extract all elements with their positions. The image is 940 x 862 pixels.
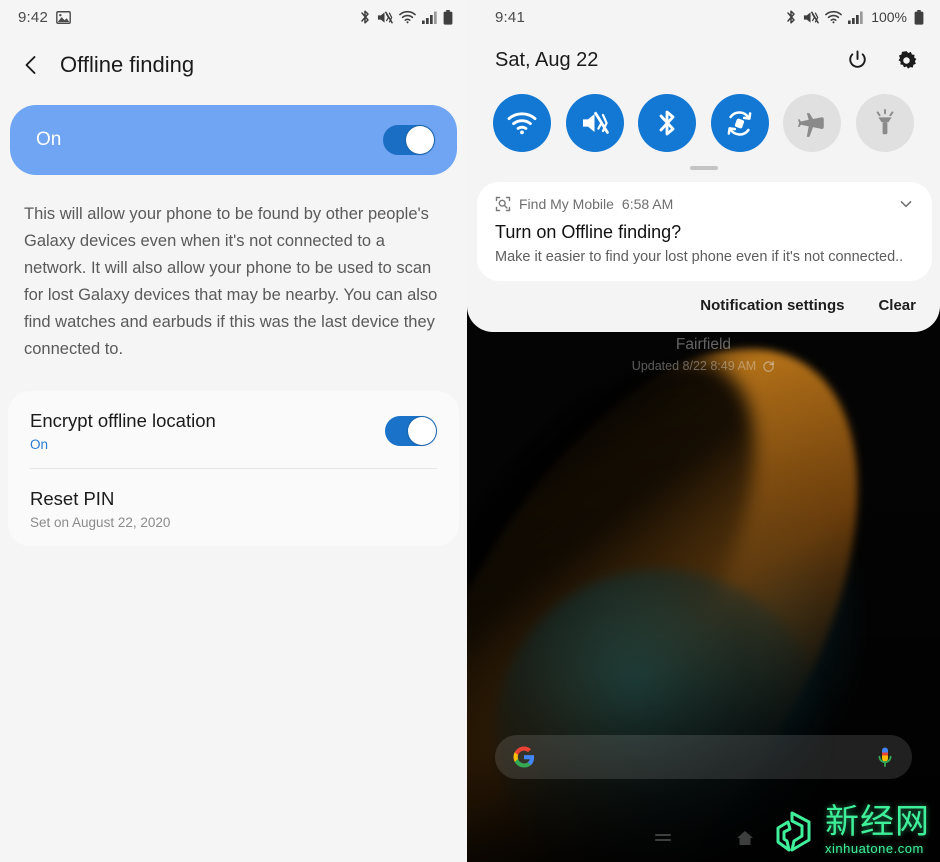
offline-finding-description: This will allow your phone to be found b…	[24, 205, 438, 358]
recents-icon[interactable]	[654, 829, 672, 847]
master-toggle-label: On	[36, 129, 62, 150]
row-subtitle: Set on August 22, 2020	[30, 515, 171, 530]
clear-button[interactable]: Clear	[878, 297, 916, 314]
tile-auto-rotate[interactable]	[710, 94, 769, 152]
encrypt-offline-location-switch[interactable]	[385, 415, 437, 446]
quick-panel-header: Sat, Aug 22	[467, 34, 940, 86]
row-texts: Encrypt offline location On	[30, 409, 385, 452]
notification-header: Find My Mobile 6:58 AM	[495, 196, 914, 212]
row-reset-pin[interactable]: Reset PIN Set on August 22, 2020	[8, 469, 459, 546]
wifi-icon	[399, 10, 416, 24]
navigation-bar	[467, 822, 940, 854]
signal-icon	[848, 11, 863, 24]
mute-vibrate-icon	[804, 11, 819, 23]
tile-airplane-mode[interactable]	[783, 94, 842, 152]
offline-finding-master-toggle[interactable]: On	[10, 105, 457, 175]
mute-vibrate-icon	[377, 11, 393, 23]
signal-icon	[422, 11, 437, 24]
gear-icon[interactable]	[895, 49, 918, 72]
left-status-bar: 9:42	[0, 0, 467, 34]
status-bar-time: 9:41	[495, 8, 525, 26]
page-title: Offline finding	[60, 52, 195, 77]
notification-card[interactable]: Find My Mobile 6:58 AM Turn on Offline f…	[477, 182, 932, 281]
notification-settings-button[interactable]: Notification settings	[700, 297, 844, 314]
notification-body: Make it easier to find your lost phone e…	[495, 249, 904, 265]
right-status-bar: 9:41 100%	[467, 0, 940, 34]
battery-percent: 100%	[871, 9, 907, 25]
airplane-icon	[798, 113, 825, 137]
quick-panel-date: Sat, Aug 22	[495, 48, 599, 71]
mute-icon	[582, 111, 609, 134]
switch-knob	[406, 126, 434, 154]
status-bar-right-icons: 100%	[785, 9, 924, 25]
back-chevron-icon[interactable]	[20, 54, 42, 76]
master-toggle-switch[interactable]	[383, 125, 435, 155]
tile-sound-mute[interactable]	[565, 94, 624, 152]
chevron-down-icon[interactable]	[898, 196, 914, 212]
microphone-icon[interactable]	[876, 746, 894, 768]
status-bar-left-icons	[56, 10, 71, 24]
image-icon	[56, 10, 71, 24]
status-bar-time: 9:42	[18, 8, 48, 26]
left-title-bar: Offline finding	[0, 34, 467, 96]
wifi-icon	[825, 10, 843, 24]
rotate-icon	[727, 110, 752, 136]
switch-knob	[408, 416, 436, 445]
notification-app-name: Find My Mobile	[519, 196, 614, 212]
bluetooth-icon	[659, 110, 675, 136]
home-icon[interactable]	[736, 829, 754, 847]
tile-bluetooth[interactable]	[638, 94, 697, 152]
row-subtitle: On	[30, 437, 49, 452]
row-title: Reset PIN	[30, 488, 115, 509]
find-my-mobile-icon	[495, 196, 511, 212]
dual-phone-screenshot: 9:42 Offline finding On This will allow …	[0, 0, 940, 862]
row-texts: Reset PIN Set on August 22, 2020	[30, 487, 437, 530]
quick-settings-tiles	[467, 86, 940, 152]
row-encrypt-offline-location[interactable]: Encrypt offline location On	[8, 391, 459, 468]
settings-card: Encrypt offline location On Reset PIN Se…	[8, 391, 459, 546]
battery-icon	[443, 9, 453, 25]
notification-actions: Notification settings Clear	[467, 281, 940, 330]
right-phone-quick-panel-screen: Fairfield Updated 8/22 8:49 AM 9:41 100%…	[467, 0, 940, 862]
notification-title: Turn on Offline finding?	[495, 222, 682, 242]
wifi-icon	[507, 111, 537, 134]
quick-panel-drag-handle[interactable]	[689, 166, 718, 170]
status-bar-right-icons	[359, 9, 453, 25]
quick-settings-panel: 9:41 100% Sat, Aug 22 Find My Mobile 6:5…	[467, 0, 940, 332]
flashlight-icon	[876, 109, 894, 135]
google-g-icon	[513, 746, 535, 768]
quick-panel-header-icons	[846, 49, 918, 72]
tile-flashlight[interactable]	[855, 94, 914, 152]
left-phone-settings-screen: 9:42 Offline finding On This will allow …	[0, 0, 467, 862]
power-icon[interactable]	[846, 49, 869, 72]
row-title: Encrypt offline location	[30, 410, 216, 431]
notification-time: 6:58 AM	[621, 196, 674, 212]
bluetooth-icon	[361, 10, 369, 24]
tile-wifi[interactable]	[493, 94, 551, 152]
battery-icon	[914, 9, 924, 25]
bluetooth-icon	[787, 10, 795, 24]
google-search-bar[interactable]	[495, 735, 912, 779]
